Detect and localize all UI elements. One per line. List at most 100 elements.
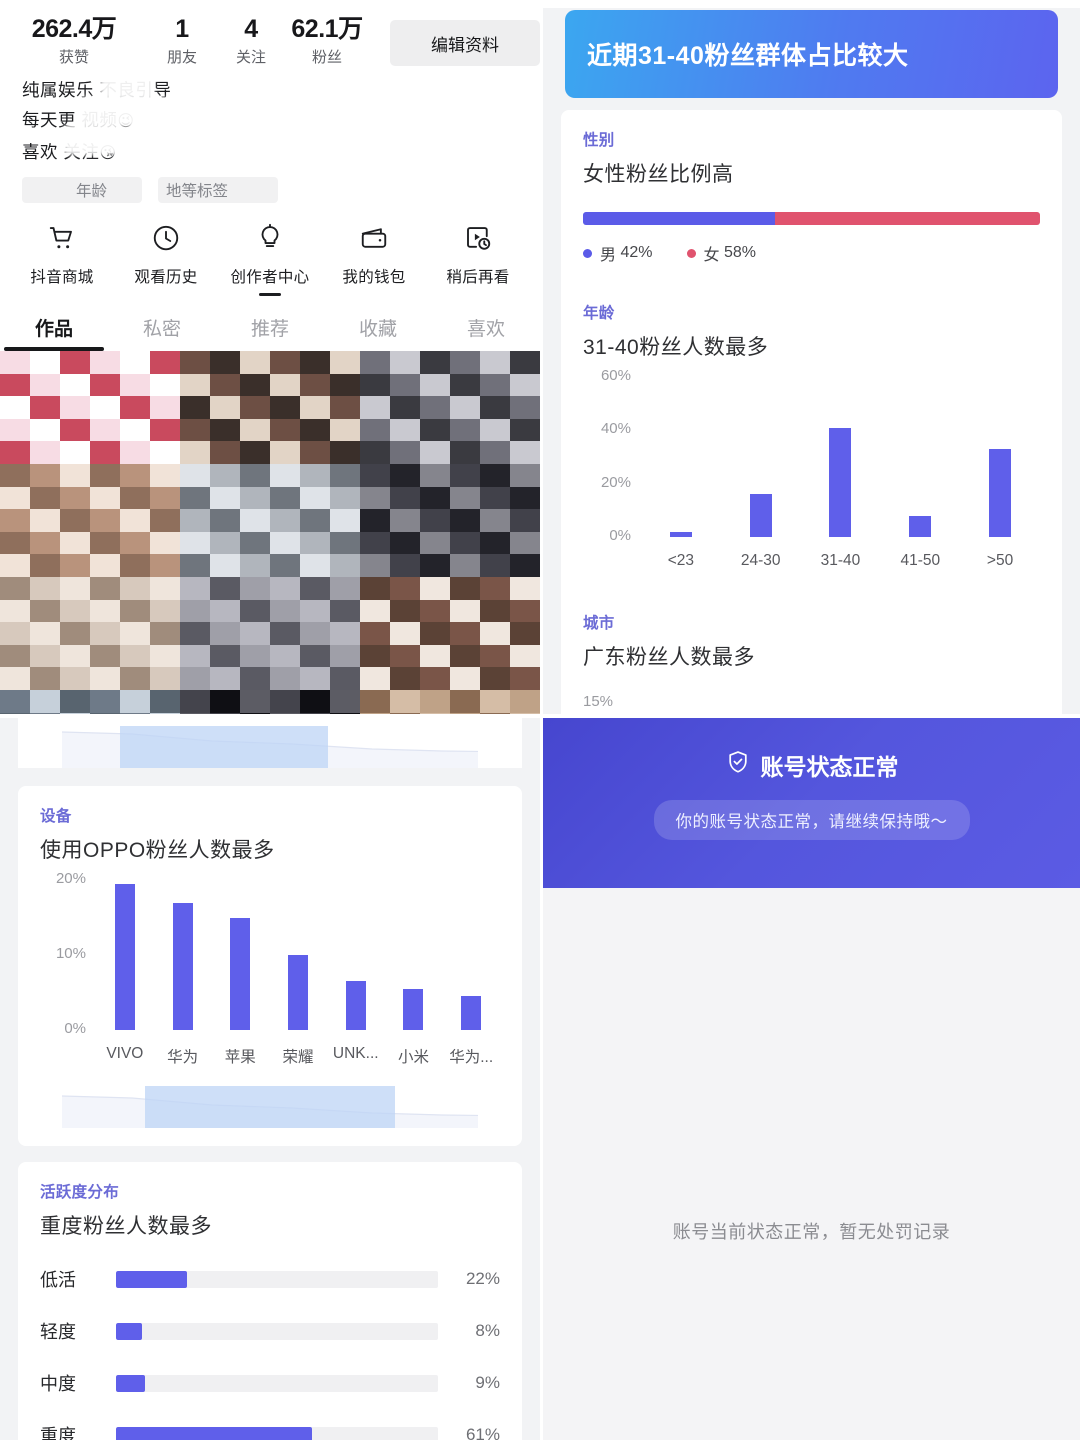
mosaic-block: [180, 667, 211, 690]
mosaic-block: [480, 577, 511, 601]
stat-fans[interactable]: 62.1万 粉丝: [286, 14, 368, 67]
shortcut-douyin-mall[interactable]: 抖音商城: [14, 219, 110, 296]
shortcut-creator-center[interactable]: 创作者中心: [222, 219, 318, 296]
mosaic-block: [180, 712, 211, 714]
tab-favorites[interactable]: 收藏: [324, 314, 432, 351]
mosaic-block: [390, 441, 421, 464]
tab-recommend[interactable]: 推荐: [216, 314, 324, 351]
video-thumbnail[interactable]: [360, 577, 540, 690]
profile-tag-row[interactable]: 年龄 地等标签: [22, 175, 540, 205]
profile-screen: 262.4万 获赞 1 朋友 4 关注 62.1万 粉丝 编辑资料 纯属娱乐 不…: [0, 0, 540, 714]
mosaic-block: [180, 599, 211, 624]
bar: [288, 955, 309, 1030]
tag-age: 年龄: [76, 183, 108, 200]
mosaic-block: [0, 667, 31, 690]
bar-column[interactable]: 荣耀: [269, 880, 327, 1066]
mosaic-block: [330, 396, 360, 420]
mosaic-block: [270, 690, 301, 714]
mosaic-block: [150, 509, 180, 533]
mosaic-block: [450, 418, 481, 443]
mosaic-block: [240, 441, 271, 464]
account-status-subtitle: 你的账号状态正常，请继续保持哦～: [653, 800, 970, 840]
legend-item-male: 男 42%: [583, 241, 653, 265]
mosaic-block: [330, 577, 360, 601]
shortcut-my-wallet[interactable]: 我的钱包: [326, 219, 422, 296]
video-thumbnail[interactable]: [180, 577, 360, 690]
mosaic-block: [300, 351, 331, 375]
datazoom-selection-window[interactable]: [145, 1086, 395, 1128]
mosaic-block: [480, 418, 511, 443]
bar-column[interactable]: 31-40: [801, 377, 881, 569]
video-thumbnail[interactable]: [180, 464, 360, 577]
mosaic-block: [60, 441, 91, 464]
bar-column[interactable]: 24-30: [721, 377, 801, 569]
mosaic-block: [210, 441, 241, 464]
stat-friends[interactable]: 1 朋友: [148, 14, 216, 67]
tab-private[interactable]: 私密: [108, 314, 216, 351]
tab-likes[interactable]: 喜欢: [432, 314, 540, 351]
bar-column[interactable]: UNK...: [327, 880, 385, 1062]
mosaic-block: [450, 464, 481, 488]
mosaic-block: [300, 418, 331, 443]
bar-column[interactable]: >50: [960, 377, 1040, 569]
bar-column[interactable]: 苹果: [211, 880, 269, 1066]
video-thumbnail[interactable]: [180, 351, 360, 464]
bar-column[interactable]: 小米: [385, 880, 443, 1066]
stat-fans-value: 62.1万: [291, 15, 363, 43]
stat-following[interactable]: 4 关注: [216, 14, 286, 67]
activity-row-track: [116, 1322, 438, 1340]
mosaic-block: [510, 712, 540, 714]
mosaic-block: [300, 599, 331, 624]
shortcut-label: 创作者中心: [230, 269, 310, 286]
watch-later-icon: [430, 219, 526, 257]
mosaic-block: [300, 554, 331, 577]
video-thumbnail[interactable]: [180, 690, 360, 714]
mosaic-block: [150, 486, 180, 511]
bar-column[interactable]: 41-50: [880, 377, 960, 569]
video-thumbnail[interactable]: [0, 577, 180, 690]
x-axis-tick: >50: [986, 552, 1014, 569]
datazoom-slider-top[interactable]: [62, 726, 478, 768]
activity-row: 中度 9%: [40, 1370, 500, 1396]
y-axis-tick: 20%: [600, 473, 631, 491]
mosaic-block: [0, 373, 31, 398]
activity-row-value: 22%: [465, 1269, 500, 1288]
video-thumbnail[interactable]: [360, 464, 540, 577]
edit-profile-button[interactable]: 编辑资料: [390, 20, 540, 66]
shortcut-watch-later[interactable]: 稍后再看: [430, 219, 526, 296]
mosaic-block: [210, 577, 241, 601]
clipped-header-strip: [543, 0, 1080, 8]
bar-group: VIVO 华为 苹果 荣耀 UNK... 小米 华为...: [96, 880, 500, 1066]
mosaic-block: [450, 486, 481, 511]
mosaic-block: [480, 667, 511, 690]
mosaic-block: [120, 373, 151, 398]
video-thumbnail[interactable]: [0, 464, 180, 577]
mosaic-block: [450, 712, 481, 714]
video-thumbnail[interactable]: [360, 351, 540, 464]
tab-works[interactable]: 作品: [0, 314, 108, 351]
age-section-label: 年龄: [583, 305, 615, 322]
mosaic-block: [60, 667, 91, 690]
bar-column[interactable]: 华为: [154, 880, 212, 1066]
video-thumbnail[interactable]: [0, 351, 180, 464]
mosaic-block: [30, 351, 61, 375]
mosaic-block: [150, 464, 180, 488]
video-thumbnail[interactable]: [0, 690, 180, 714]
bar-column[interactable]: 华为...: [442, 880, 500, 1066]
datazoom-slider-bottom[interactable]: [62, 1086, 478, 1128]
mosaic-block: [240, 712, 271, 714]
mosaic-block: [420, 351, 451, 375]
bar-column[interactable]: <23: [641, 377, 721, 569]
mosaic-block: [270, 351, 301, 375]
stat-likes[interactable]: 262.4万 获赞: [0, 14, 148, 67]
mosaic-block: [510, 418, 540, 443]
video-thumbnail[interactable]: [360, 690, 540, 714]
datazoom-selection-window[interactable]: [120, 726, 329, 768]
mosaic-block: [30, 599, 61, 624]
mosaic-block: [360, 554, 391, 577]
mosaic-block: [420, 712, 451, 714]
mosaic-block: [30, 464, 61, 488]
shortcut-watch-history[interactable]: 观看历史: [118, 219, 214, 296]
redaction-patch: [78, 97, 166, 127]
bar-column[interactable]: VIVO: [96, 880, 154, 1062]
